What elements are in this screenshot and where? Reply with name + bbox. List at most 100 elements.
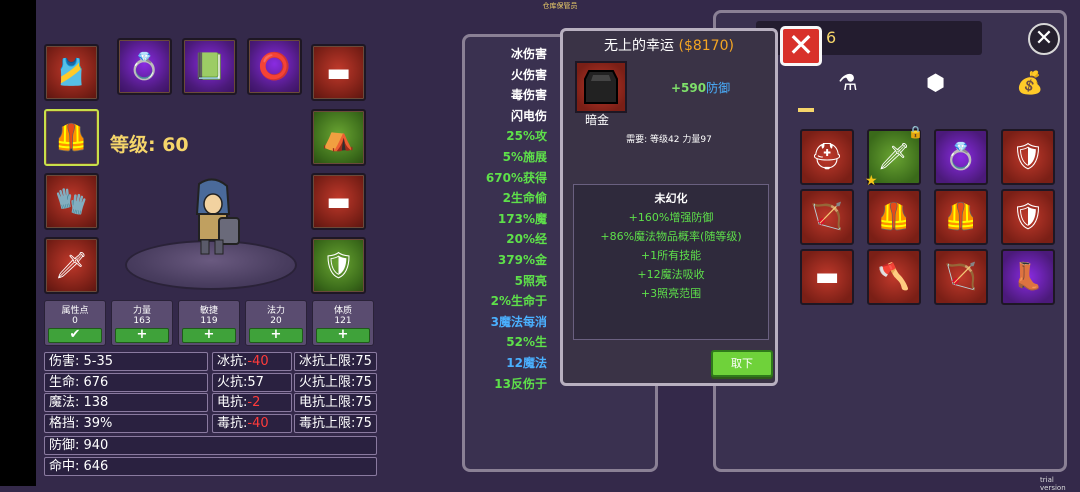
attribute-value: 121 [334,316,352,326]
add-point-button[interactable]: + [182,328,236,343]
inventory-slot[interactable]: 🏹 [800,189,854,245]
inventory-slot[interactable]: 💍 [934,129,988,185]
discard-button[interactable]: ✕ [780,26,822,66]
stat-damage: 伤害: 5-35 [44,352,208,371]
sword-icon: 🗡 [877,142,911,172]
letterbox [0,0,36,486]
equip-slot[interactable]: 🗡 [44,237,99,294]
affix-line: +12魔法吸收 [637,268,705,281]
attribute-label: 敏捷 [199,306,218,316]
equip-slot[interactable]: ⛺ [311,109,366,166]
trial-label: trial version [1040,476,1066,492]
equip-slot[interactable]: 🦺 [44,109,99,166]
stat-detail-line: 13反伤于 [494,376,547,391]
equip-slot[interactable]: 🎽 [44,44,99,101]
axe-icon: 🪓 [877,262,911,292]
close-button[interactable]: ✕ [1028,23,1060,55]
inventory-slot[interactable]: 🪓 [867,249,921,305]
stat-fire-max: 火抗上限:75 [294,373,377,392]
confirm-button[interactable]: ✔ [48,328,102,343]
inventory-slot[interactable]: 👢 [1001,249,1055,305]
equip-slot[interactable]: ⭕ [247,38,302,95]
equip-slot[interactable]: ▬ [311,44,366,101]
inventory-slot[interactable]: 🦺 [934,189,988,245]
item-quality: 暗金 [585,113,610,127]
affix-header: 未幻化 [654,192,688,205]
chest-armor-icon: 🦺 [55,122,88,153]
stat-mana: 魔法: 138 [44,393,208,412]
inventory-slot[interactable]: ⛑ [800,129,854,185]
stat-life: 生命: 676 [44,373,208,392]
tab-potion-icon[interactable]: ⚗ [838,71,858,96]
stat-detail-line: 5照亮 [514,273,547,288]
defense-label: 防御 [706,81,731,95]
cold-res-label: 冰抗: [217,354,248,369]
equip-slot[interactable]: ▬ [311,173,366,230]
bracelet-icon: ⭕ [258,51,291,82]
bow2-icon: 🏹 [944,262,978,292]
stat-defense: 防御: 940 [44,436,377,455]
stat-detail-line: 冰伤害 [510,47,547,61]
stat-lightning-res: 电抗:-2 [212,393,292,412]
add-point-button[interactable]: + [115,328,169,343]
star-icon: ★ [865,173,878,189]
attribute-label: 体质 [333,306,352,316]
item-title: 无上的幸运 [604,38,675,54]
item-requirement: 需要: 等级42 力量97 [626,135,712,145]
inventory-slot[interactable]: 🏹 [934,249,988,305]
item-defense: +590防御 [671,79,730,96]
item-price: ($8170) [678,38,734,54]
unequip-button[interactable]: 取下 [711,350,773,377]
lock-icon: 🔒 [908,125,923,139]
add-point-button[interactable]: + [249,328,303,343]
stat-detail-line: 173%魔 [497,211,547,226]
stat-detail-line: 毒伤害 [510,88,547,103]
inventory-slot[interactable]: 🛡 [1001,189,1055,245]
gloves-icon: 🧤 [55,186,88,217]
tab-bag-icon[interactable]: 💰 [1016,71,1043,96]
active-tab-indicator [798,108,814,112]
ring-icon: 💍 [128,51,161,82]
header-note: 仓库保管员 [542,2,578,10]
attribute-value: 119 [200,316,218,326]
item-tooltip: 无上的幸运 ($8170) 暗金 +590防御 需要: 等级42 力量97 未幻… [560,28,778,386]
stat-hit: 命中: 646 [44,457,377,476]
equip-slot[interactable]: 💍 [117,38,172,95]
attribute-label: 法力 [266,306,285,316]
lightning-res-value: -2 [247,395,261,410]
inventory-slot[interactable]: 🗡 🔒 ★ [865,125,923,189]
tab-gem-icon[interactable]: ⬢ [926,71,945,96]
tooltip-title: 无上的幸运 ($8170) [563,35,775,55]
equip-slot[interactable]: 🛡 [311,237,366,294]
amulet-icon: 📗 [193,51,226,82]
stat-detail-line: 2%生命于 [490,294,547,309]
ring-item-icon: 💍 [944,142,978,172]
attribute-box: 敏捷 119 + [178,300,240,346]
add-point-button[interactable]: + [316,328,370,343]
equip-slot[interactable]: 🧤 [44,173,99,230]
stat-cold-res: 冰抗:-40 [212,352,292,371]
stat-detail-line: 12魔法 [506,356,547,370]
affix-line: +86%魔法物品概率(随等级) [600,230,742,243]
hood-icon: 🎽 [55,57,88,88]
equip-slot[interactable]: 📗 [182,38,237,95]
inventory-slot[interactable]: 🛡 [1001,129,1055,185]
poison-res-label: 毒抗: [217,416,248,431]
armor-icon: 🛡 [1011,142,1045,172]
inventory-slot[interactable]: 🦺 [867,189,921,245]
vest-icon: 🦺 [944,202,978,232]
hero-character [185,178,241,258]
stat-poison-res: 毒抗:-40 [212,414,292,433]
stat-detail-line: 3魔法每消 [490,314,547,329]
stat-detail-line: 5%施展 [502,150,547,164]
chest-armor-icon [575,61,627,113]
attribute-box: 法力 20 + [245,300,307,346]
stat-detail-line: 2生命偷 [502,191,547,206]
attribute-label: 属性点 [61,306,89,316]
level-label: 等级: 60 [110,134,189,156]
stat-detail-line: 火伤害 [510,67,547,82]
inventory-slot[interactable]: ▬ [800,249,854,305]
cape-icon: ⛺ [322,122,355,153]
attribute-box: 力量 163 + [111,300,173,346]
stat-fire-res: 火抗:57 [212,373,292,392]
